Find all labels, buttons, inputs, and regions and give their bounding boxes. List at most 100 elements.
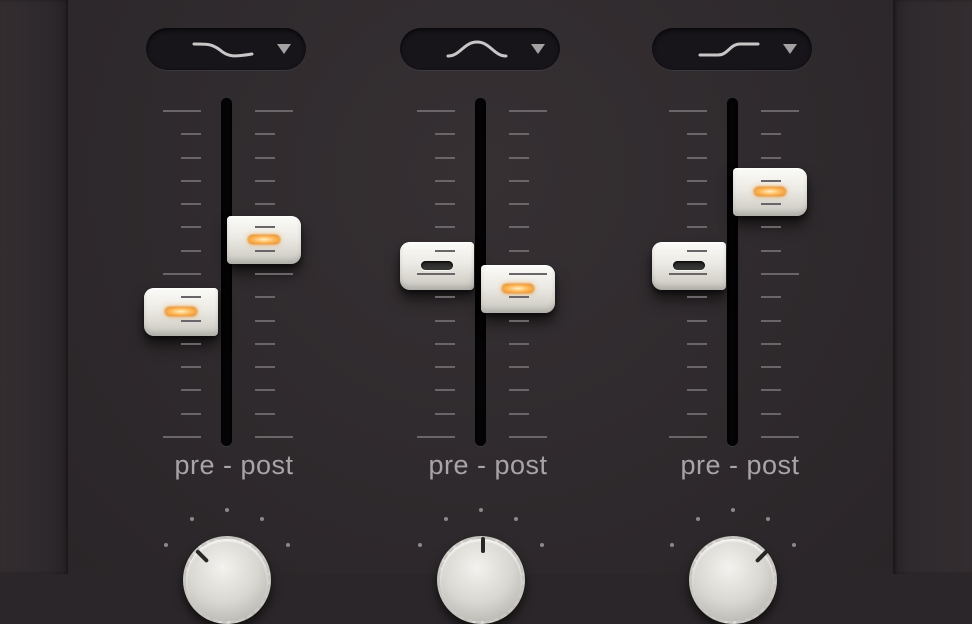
knob-scale-dot bbox=[479, 508, 483, 512]
fader-scale-tick bbox=[687, 342, 707, 345]
fader-scale-tick bbox=[435, 179, 455, 182]
fader-scale-tick bbox=[163, 110, 201, 112]
fader-scale-tick bbox=[181, 412, 201, 415]
chevron-down-icon bbox=[531, 44, 545, 54]
filter-type-selector-1[interactable] bbox=[146, 28, 306, 70]
fader-scale-tick bbox=[509, 179, 529, 182]
post-led-indicator-2 bbox=[502, 284, 534, 294]
pre-led-indicator-2 bbox=[421, 261, 453, 271]
fader-scale-tick bbox=[761, 319, 781, 322]
fader-scale-tick bbox=[509, 296, 529, 299]
fader-scale-tick bbox=[163, 436, 201, 438]
fader-scale-tick bbox=[255, 273, 293, 275]
fader-scale-tick bbox=[761, 389, 781, 392]
fader-scale-tick bbox=[509, 342, 529, 345]
fader-scale-tick bbox=[435, 319, 455, 322]
fader-scale-tick bbox=[181, 389, 201, 392]
fader-scale-tick bbox=[181, 133, 201, 136]
routing-label-2: pre - post bbox=[428, 450, 548, 480]
fader-scale-tick bbox=[435, 203, 455, 206]
fader-scale-tick bbox=[255, 412, 275, 415]
filter-type-selector-3[interactable] bbox=[652, 28, 812, 70]
fader-scale-tick bbox=[687, 389, 707, 392]
fader-scale-tick bbox=[669, 110, 707, 112]
fader-scale-tick bbox=[761, 273, 799, 275]
fader-scale-tick bbox=[761, 226, 781, 229]
post-fader-thumb-3[interactable] bbox=[733, 167, 807, 216]
fader-scale-tick bbox=[255, 319, 275, 322]
knob-scale-dot bbox=[539, 543, 544, 547]
fader-scale-tick bbox=[181, 249, 201, 252]
fader-scale-tick bbox=[255, 203, 275, 206]
knob-scale-dot bbox=[225, 508, 229, 512]
fader-scale-tick bbox=[417, 110, 455, 112]
fader-scale-tick bbox=[435, 133, 455, 136]
fader-scale-tick bbox=[255, 133, 275, 136]
pre-led-indicator-3 bbox=[673, 261, 705, 271]
fader-scale-tick bbox=[687, 296, 707, 299]
fader-scale-tick bbox=[435, 389, 455, 392]
knob-pointer-1 bbox=[195, 549, 210, 564]
fader-scale-tick bbox=[417, 436, 455, 438]
post-led-indicator-3 bbox=[754, 186, 786, 196]
fader-scale-tick bbox=[761, 110, 799, 112]
fader-scale-tick bbox=[687, 156, 707, 159]
fader-scale-tick bbox=[435, 366, 455, 369]
fader-scale-tick bbox=[181, 342, 201, 345]
fader-scale-tick bbox=[687, 412, 707, 415]
fader-scale-tick bbox=[509, 436, 547, 438]
routing-label-1: pre - post bbox=[174, 450, 294, 480]
fader-scale-tick bbox=[761, 412, 781, 415]
fader-scale-tick bbox=[255, 342, 275, 345]
fader-scale-tick bbox=[435, 342, 455, 345]
fader-scale-tick bbox=[435, 249, 455, 252]
fader-track-3[interactable] bbox=[727, 98, 738, 446]
fader-scale-tick bbox=[417, 273, 455, 275]
fader-scale-tick bbox=[687, 319, 707, 322]
fader-scale-tick bbox=[761, 203, 781, 206]
fader-scale-tick bbox=[761, 179, 781, 182]
send-knob-3[interactable] bbox=[689, 536, 777, 624]
fader-scale-tick bbox=[509, 156, 529, 159]
fader-scale-tick bbox=[181, 296, 201, 299]
fader-scale-tick bbox=[255, 179, 275, 182]
knob-scale-dot bbox=[285, 543, 290, 547]
fader-scale-tick bbox=[509, 273, 547, 275]
fader-scale-tick bbox=[255, 156, 275, 159]
fader-scale-tick bbox=[255, 110, 293, 112]
left-panel-edge bbox=[0, 0, 68, 574]
fader-scale-tick bbox=[435, 226, 455, 229]
fader-scale-tick bbox=[509, 249, 529, 252]
low-pass-curve-icon bbox=[192, 42, 254, 58]
filter-type-selector-2[interactable] bbox=[400, 28, 560, 70]
fader-scale-tick bbox=[761, 342, 781, 345]
fader-scale-tick bbox=[181, 203, 201, 206]
fader-scale-tick bbox=[687, 226, 707, 229]
fader-scale-tick bbox=[255, 226, 275, 229]
send-knob-2[interactable] bbox=[437, 536, 525, 624]
fader-scale-tick bbox=[509, 203, 529, 206]
fader-scale-tick bbox=[761, 436, 799, 438]
fader-scale-tick bbox=[509, 133, 529, 136]
knob-pointer-3 bbox=[754, 549, 769, 564]
fader-scale-tick bbox=[509, 366, 529, 369]
fader-track-1[interactable] bbox=[221, 98, 232, 446]
high-pass-curve-icon bbox=[698, 42, 760, 57]
fader-scale-tick bbox=[255, 436, 293, 438]
fader-scale-tick bbox=[435, 296, 455, 299]
fader-scale-tick bbox=[435, 412, 455, 415]
fader-scale-tick bbox=[687, 179, 707, 182]
fader-scale-tick bbox=[669, 436, 707, 438]
knob-scale-dot bbox=[791, 543, 796, 547]
post-fader-thumb-1[interactable] bbox=[227, 216, 301, 265]
fader-scale-tick bbox=[435, 156, 455, 159]
routing-label-3: pre - post bbox=[680, 450, 800, 480]
fader-scale-tick bbox=[181, 179, 201, 182]
fader-scale-tick bbox=[687, 203, 707, 206]
fader-scale-tick bbox=[181, 366, 201, 369]
fader-scale-tick bbox=[255, 249, 275, 252]
fader-scale-tick bbox=[761, 133, 781, 136]
send-knob-1[interactable] bbox=[183, 536, 271, 624]
post-led-indicator-1 bbox=[248, 235, 280, 245]
fader-scale-tick bbox=[255, 366, 275, 369]
